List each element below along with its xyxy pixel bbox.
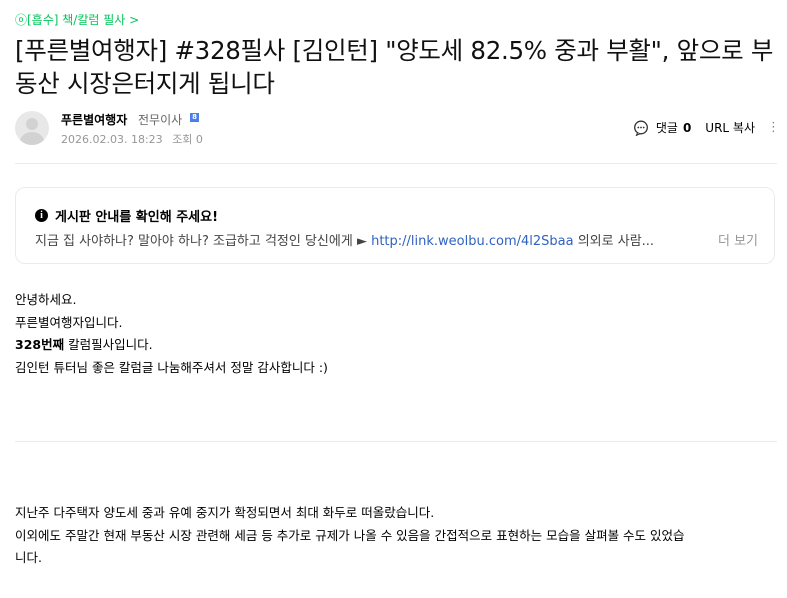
level-badge-icon: 8 bbox=[190, 113, 199, 122]
author-info: 푸른별여행자 전무이사 8 2026.02.03. 18:23 조회 0 댓글 … bbox=[15, 111, 780, 147]
notice-text-after: 의외로 사람... bbox=[573, 234, 655, 249]
breadcrumb[interactable]: ⓞ[흡수] 책/칼럼 필사 > bbox=[15, 11, 139, 28]
notice-more-button[interactable]: 더 보기 bbox=[718, 230, 758, 249]
post-meta: 2026.02.03. 18:23 조회 0 bbox=[61, 131, 209, 147]
post-intro: 안녕하세요. 푸른별여행자입니다. 328번째 칼럼필사입니다. 김인턴 튜터님… bbox=[15, 289, 780, 379]
intro-bold-rest: 칼럼필사입니다. bbox=[64, 337, 153, 352]
body-line: 이외에도 주말간 현재 부동산 시장 관련해 세금 등 추가로 규제가 나올 수… bbox=[15, 527, 685, 543]
notice-text: 지금 집 사야하나? 말아야 하나? 조급하고 걱정인 당신에게 ► http:… bbox=[35, 230, 654, 249]
intro-bold: 328번째 bbox=[15, 337, 65, 352]
comment-count[interactable]: 0 bbox=[683, 121, 691, 135]
post-tools: 댓글 0 URL 복사 ⋮ bbox=[633, 119, 780, 136]
intro-line: 안녕하세요. bbox=[15, 292, 77, 307]
board-notice: i 게시판 안내를 확인해 주세요! 지금 집 사야하나? 말아야 하나? 조급… bbox=[15, 187, 775, 264]
comment-label[interactable]: 댓글 bbox=[656, 119, 678, 136]
notice-link[interactable]: http://link.weolbu.com/4l2Sbaa bbox=[371, 234, 574, 249]
content-divider bbox=[15, 441, 777, 442]
author-rank: 전무이사 bbox=[138, 113, 183, 127]
url-copy-button[interactable]: URL 복사 bbox=[705, 119, 755, 136]
notice-heading: 게시판 안내를 확인해 주세요! bbox=[55, 210, 219, 225]
info-icon: i bbox=[35, 209, 48, 222]
post-date: 2026.02.03. 18:23 bbox=[61, 133, 163, 146]
notice-text-before: 지금 집 사야하나? 말아야 하나? 조급하고 걱정인 당신에게 ► bbox=[35, 234, 372, 249]
author-nickname[interactable]: 푸른별여행자 bbox=[61, 111, 127, 128]
avatar[interactable] bbox=[15, 111, 49, 145]
divider bbox=[15, 163, 777, 164]
more-options-icon[interactable]: ⋮ bbox=[767, 120, 780, 135]
page-title: [푸른별여행자] #328필사 [김인턴] "양도세 82.5% 중과 부활",… bbox=[15, 36, 774, 98]
post-views: 조회 0 bbox=[172, 133, 203, 146]
body-line: 지난주 다주택자 양도세 중과 유예 중지가 확정되면서 최대 화두로 떠올랐습… bbox=[15, 505, 435, 520]
post-body: 지난주 다주택자 양도세 중과 유예 중지가 확정되면서 최대 화두로 떠올랐습… bbox=[15, 502, 780, 570]
intro-line: 푸른별여행자입니다. bbox=[15, 314, 123, 330]
intro-line: 328번째 칼럼필사입니다. bbox=[15, 334, 780, 357]
comment-icon[interactable] bbox=[633, 120, 649, 136]
intro-line: 김인턴 튜터님 좋은 칼럼글 나눔해주셔서 정말 감사합니다 :) bbox=[15, 359, 328, 375]
body-line: 니다. bbox=[15, 550, 42, 565]
